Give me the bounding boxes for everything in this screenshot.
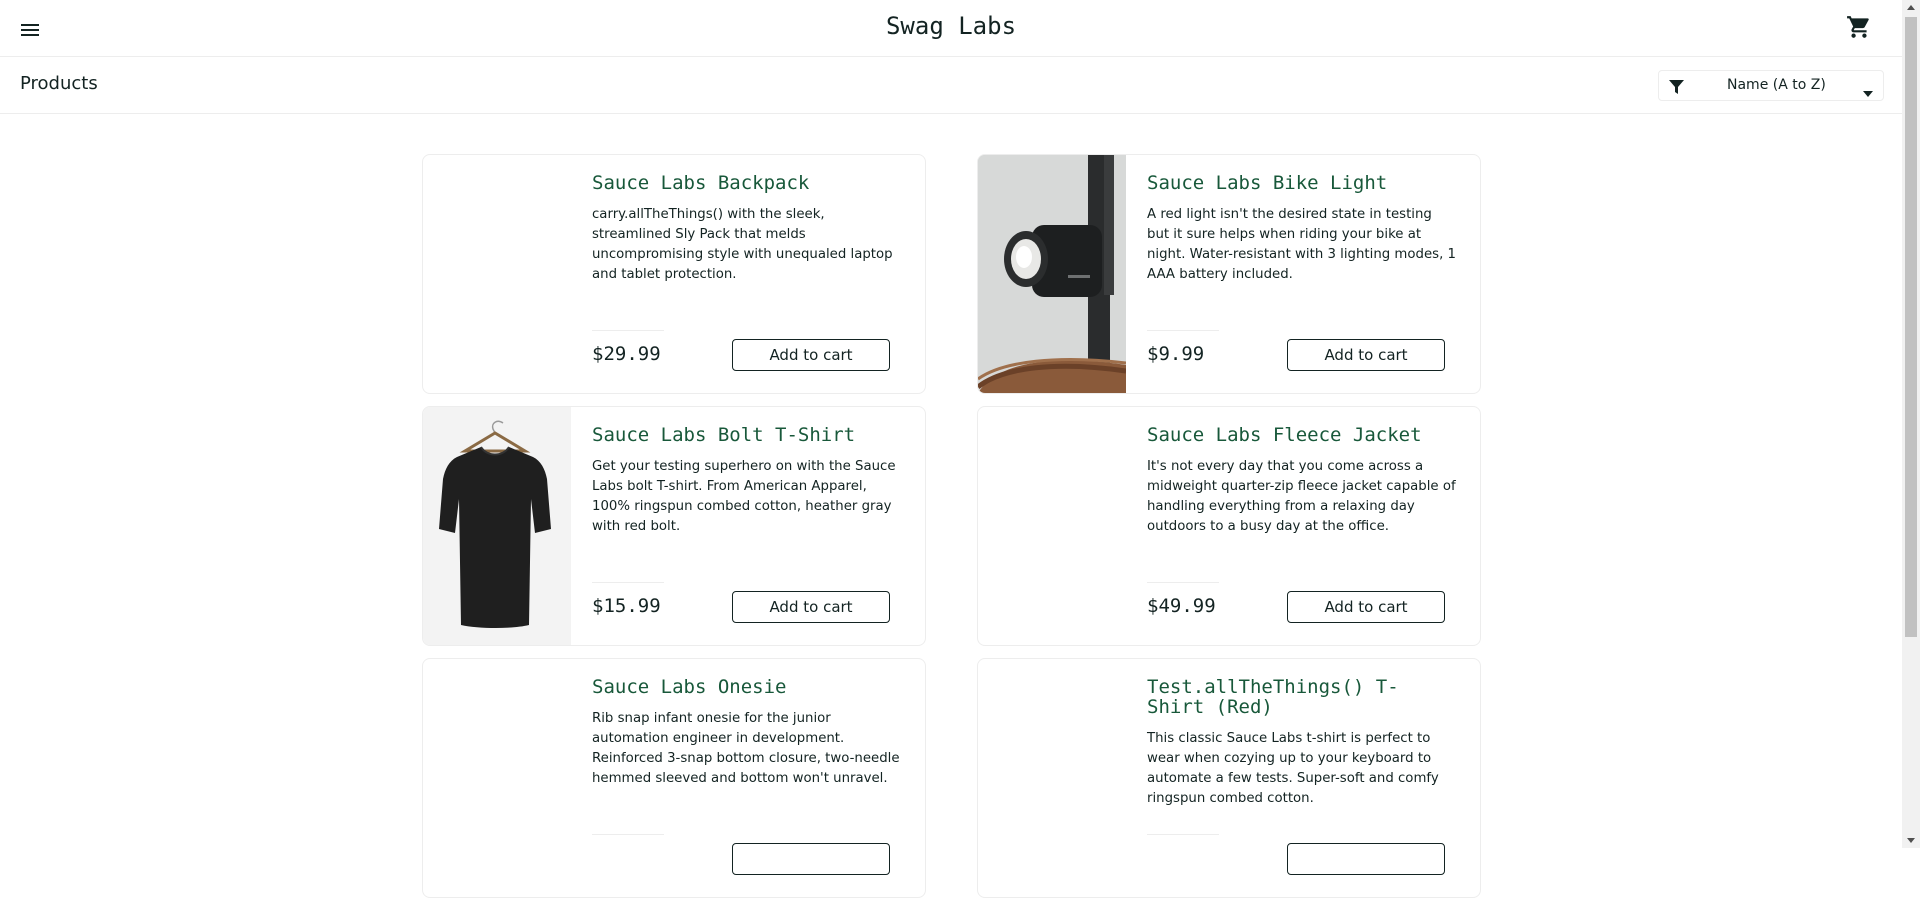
add-to-cart-button[interactable]: Add to cart [732,591,890,623]
product-image[interactable] [423,659,571,897]
inventory-item-backpack: Sauce Labs Backpack carry.allTheThings()… [422,154,926,394]
product-image[interactable] [423,155,571,393]
divider [1147,582,1219,583]
secondary-header: Products Name (A to Z) [0,57,1902,114]
scroll-down-arrow-icon[interactable] [1907,838,1915,843]
product-description: It's not every day that you come across … [1147,459,1456,534]
chevron-down-icon [1863,82,1873,97]
product-description: This classic Sauce Labs t-shirt is perfe… [1147,731,1439,806]
product-description: carry.allTheThings() with the sleek, str… [592,207,893,282]
product-image[interactable] [423,407,571,645]
product-name[interactable]: Sauce Labs Backpack [592,173,892,193]
divider [1147,834,1219,835]
product-image[interactable] [978,659,1126,897]
product-description: Rib snap infant onesie for the junior au… [592,711,900,786]
product-price: $49.99 [1147,595,1216,617]
add-to-cart-button[interactable]: Add to cart [1287,339,1445,371]
divider [1147,330,1219,331]
product-price: $15.99 [592,595,661,617]
shopping-cart-icon[interactable] [1846,14,1872,40]
add-to-cart-button[interactable]: Add to cart [732,339,890,371]
product-name[interactable]: Sauce Labs Onesie [592,677,892,697]
product-description: A red light isn't the desired state in t… [1147,207,1456,282]
sort-select[interactable]: Name (A to Z) [1658,70,1884,101]
inventory-item-fleece-jacket: Sauce Labs Fleece Jacket It's not every … [977,406,1481,646]
product-name[interactable]: Test.allTheThings() T-Shirt (Red) [1147,677,1447,717]
vertical-scrollbar[interactable] [1902,0,1920,848]
page-title: Products [20,73,98,94]
divider [592,330,664,331]
inventory-item-red-t-shirt: Test.allTheThings() T-Shirt (Red) This c… [977,658,1481,898]
app-logo: Swag Labs [885,12,1017,40]
product-name[interactable]: Sauce Labs Bike Light [1147,173,1447,193]
product-price: $29.99 [592,343,661,365]
sort-selected-value: Name (A to Z) [1727,77,1826,93]
scroll-up-arrow-icon[interactable] [1907,5,1915,10]
divider [592,834,664,835]
product-price: $9.99 [1147,343,1205,365]
product-name[interactable]: Sauce Labs Fleece Jacket [1147,425,1447,445]
add-to-cart-button[interactable]: Add to cart [1287,591,1445,623]
divider [592,582,664,583]
product-name[interactable]: Sauce Labs Bolt T-Shirt [592,425,892,445]
product-description: Get your testing superhero on with the S… [592,459,896,534]
scrollbar-thumb[interactable] [1905,17,1917,637]
product-image[interactable] [978,407,1126,645]
inventory-item-bike-light: Sauce Labs Bike Light A red light isn't … [977,154,1481,394]
product-image[interactable] [978,155,1127,393]
inventory-item-bolt-t-shirt: Sauce Labs Bolt T-Shirt Get your testing… [422,406,926,646]
filter-icon [1669,79,1684,94]
primary-header: Swag Labs [0,0,1902,57]
inventory-item-onesie: Sauce Labs Onesie Rib snap infant onesie… [422,658,926,898]
